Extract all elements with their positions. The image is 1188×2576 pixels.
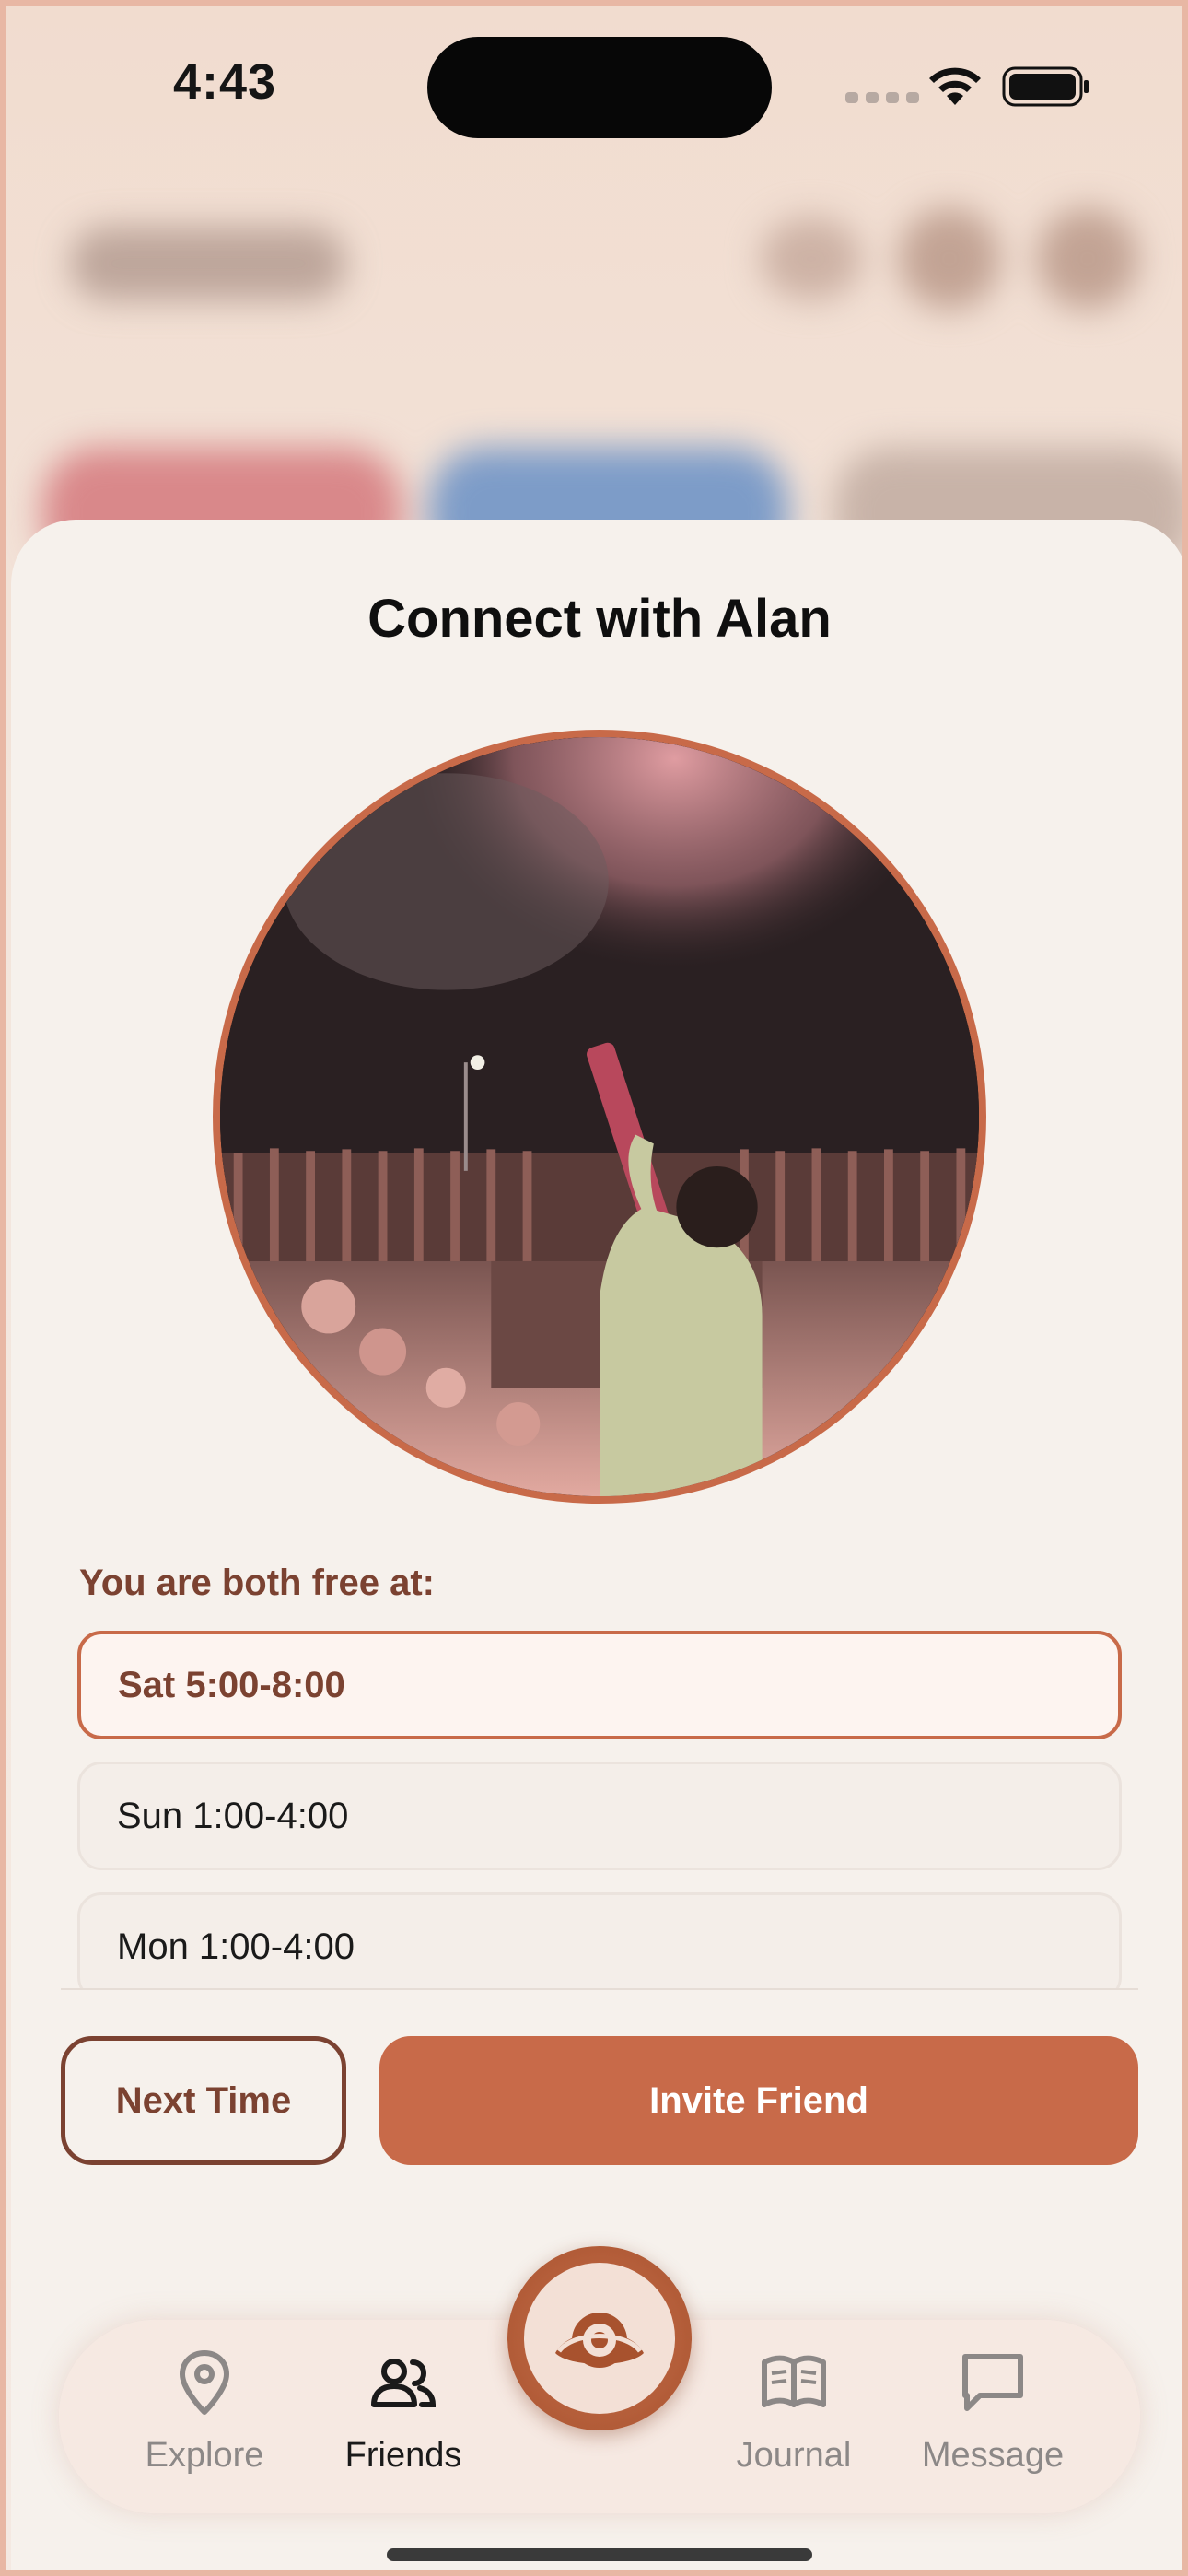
tab-friends[interactable]: Friends — [311, 2346, 495, 2476]
status-time: 4:43 — [173, 54, 277, 110]
eye-logo-icon — [555, 2313, 644, 2368]
tab-label: Message — [921, 2436, 1065, 2475]
next-time-button[interactable]: Next Time — [61, 2036, 346, 2165]
time-slot-list[interactable]: Sat 5:00-8:00 Sun 1:00-4:00 Mon 1:00-4:0… — [77, 1631, 1122, 1990]
home-logo-button[interactable] — [507, 2246, 692, 2430]
book-icon — [762, 2355, 826, 2407]
time-slot-option[interactable]: Mon 1:00-4:00 — [77, 1892, 1122, 1990]
home-indicator[interactable] — [387, 2548, 812, 2561]
time-slot-option[interactable]: Sun 1:00-4:00 — [77, 1762, 1122, 1870]
time-slot-label: Sat 5:00-8:00 — [118, 1664, 345, 1705]
time-slot-option[interactable]: Sat 5:00-8:00 — [77, 1631, 1122, 1739]
cellular-signal-icon — [845, 92, 919, 103]
friend-photo — [213, 730, 986, 1504]
tab-journal[interactable]: Journal — [702, 2346, 886, 2476]
wifi-icon — [929, 67, 981, 105]
tab-explore[interactable]: Explore — [112, 2346, 297, 2476]
tab-label: Journal — [736, 2436, 852, 2475]
map-pin-icon — [180, 2350, 229, 2415]
dynamic-island — [427, 37, 772, 138]
phone-screen: 4:43 Connect with Alan You are both free… — [0, 0, 1188, 2576]
battery-icon — [1002, 66, 1089, 107]
blurred-background — [6, 171, 1182, 577]
tab-label: Explore — [145, 2436, 264, 2475]
invite-friend-button[interactable]: Invite Friend — [379, 2036, 1138, 2165]
time-slot-label: Sun 1:00-4:00 — [117, 1795, 349, 1836]
sheet-title: Connect with Alan — [367, 589, 832, 649]
time-slot-label: Mon 1:00-4:00 — [117, 1926, 355, 1967]
tab-label: Friends — [344, 2436, 462, 2475]
free-times-label: You are both free at: — [79, 1563, 435, 1603]
people-icon — [371, 2359, 437, 2407]
divider — [61, 1988, 1138, 1990]
tab-message[interactable]: Message — [901, 2346, 1085, 2476]
chat-icon — [962, 2354, 1023, 2411]
